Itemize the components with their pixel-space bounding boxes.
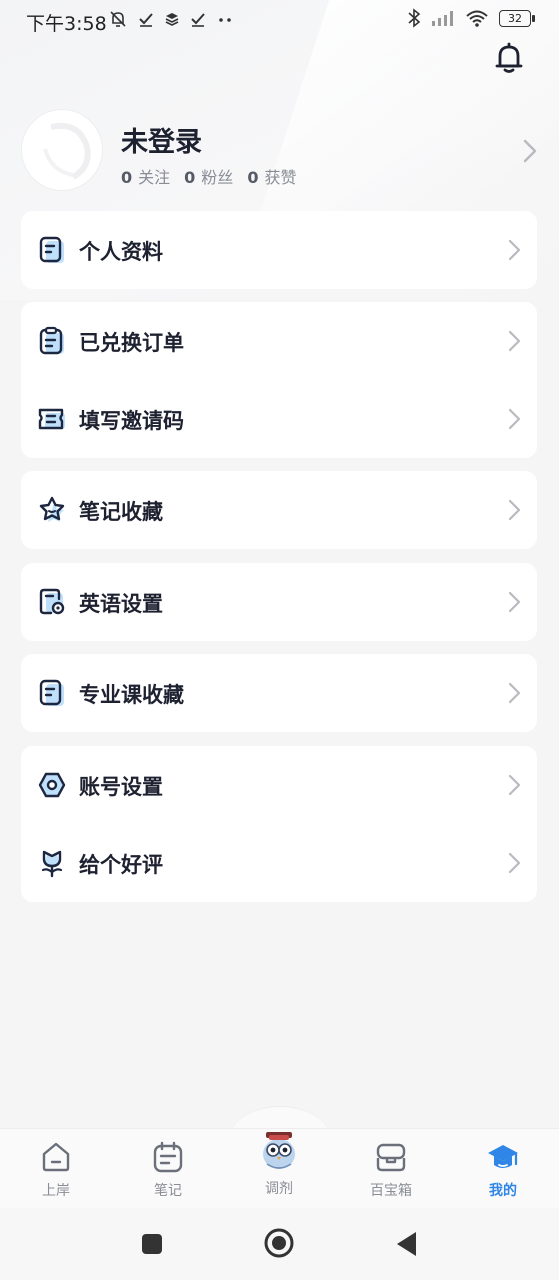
home-icon <box>42 1142 70 1172</box>
chevron-right-icon <box>508 774 521 796</box>
stat-followers[interactable]: 0 粉丝 <box>184 164 233 188</box>
nav-label: 笔记 <box>154 1183 182 1199</box>
check-icon <box>191 13 205 27</box>
stat-likes[interactable]: 0 获赞 <box>247 164 296 188</box>
signal-icon <box>432 11 453 26</box>
menu-card-major: 专业课收藏 <box>21 654 537 732</box>
status-system-icons: 32 <box>407 8 535 28</box>
ticket-icon <box>38 408 65 430</box>
menu-item-major-favorites[interactable]: 专业课收藏 <box>21 654 537 732</box>
nav-item-mine[interactable]: 我的 <box>458 1140 548 1200</box>
star-icon <box>39 496 65 522</box>
more-dots-icon <box>219 18 231 22</box>
profile-name[interactable]: 未登录 <box>121 120 202 159</box>
check-icon <box>139 13 153 27</box>
toolbox-icon <box>376 1143 406 1172</box>
menu-label: 笔记收藏 <box>79 500 163 524</box>
battery-indicator: 32 <box>499 9 535 27</box>
menu-label: 英语设置 <box>79 592 163 616</box>
stat-following[interactable]: 0 关注 <box>121 164 170 188</box>
home-circle-icon[interactable] <box>263 1227 295 1259</box>
flower-icon <box>41 850 63 878</box>
nav-item-home[interactable]: 上岸 <box>11 1140 101 1200</box>
profile-doc-icon <box>39 236 64 263</box>
nav-item-notes[interactable]: 笔记 <box>123 1140 213 1200</box>
chevron-right-icon <box>508 682 521 704</box>
layers-icon <box>165 13 179 26</box>
clipboard-icon <box>39 326 64 355</box>
system-nav-bar <box>0 1208 559 1280</box>
chevron-right-icon <box>508 330 521 352</box>
notification-bell-icon[interactable] <box>491 40 527 76</box>
nav-label: 调剂 <box>265 1181 293 1197</box>
hexagon-settings-icon <box>38 772 66 798</box>
status-bar: 下午3:58 32 <box>0 0 559 42</box>
menu-label: 专业课收藏 <box>79 683 184 707</box>
menu-label: 填写邀请码 <box>79 409 184 433</box>
bluetooth-icon <box>408 8 421 28</box>
mute-bell-icon <box>110 11 126 27</box>
avatar[interactable] <box>21 109 103 191</box>
chevron-right-icon <box>508 408 521 430</box>
profile-chevron-right-icon[interactable] <box>518 136 542 166</box>
status-time: 下午3:58 <box>26 13 107 35</box>
doc-icon <box>39 679 64 706</box>
menu-label: 账号设置 <box>79 775 163 799</box>
menu-item-orders[interactable]: 已兑换订单 <box>21 302 537 380</box>
menu-item-invite-code[interactable]: 填写邀请码 <box>21 380 537 458</box>
menu-label: 给个好评 <box>79 853 163 877</box>
chevron-right-icon <box>508 499 521 521</box>
nav-label-active: 我的 <box>489 1183 517 1199</box>
menu-item-notes-favorites[interactable]: 笔记收藏 <box>21 471 537 549</box>
menu-card-english: 英语设置 <box>21 563 537 641</box>
graduation-cap-icon <box>488 1145 518 1168</box>
avatar-placeholder-icon <box>43 123 91 180</box>
nav-label: 上岸 <box>42 1183 70 1199</box>
chevron-right-icon <box>508 591 521 613</box>
mascot-icon <box>263 1132 295 1169</box>
recent-apps-icon[interactable] <box>140 1232 164 1256</box>
wifi-icon <box>466 10 488 27</box>
chevron-right-icon <box>508 852 521 874</box>
doc-settings-icon <box>39 588 65 615</box>
menu-card-orders: 已兑换订单 填写邀请码 <box>21 302 537 458</box>
status-notification-icons <box>108 9 234 29</box>
menu-item-account-settings[interactable]: 账号设置 <box>21 746 537 824</box>
menu-card-account: 账号设置 给个好评 <box>21 746 537 902</box>
menu-card-personal: 个人资料 <box>21 211 537 289</box>
chevron-right-icon <box>508 239 521 261</box>
nav-label: 百宝箱 <box>370 1183 412 1199</box>
menu-label: 已兑换订单 <box>79 331 184 355</box>
menu-item-personal-info[interactable]: 个人资料 <box>21 211 537 289</box>
profile-stats: 0 关注 0 粉丝 0 获赞 <box>121 164 296 188</box>
menu-label: 个人资料 <box>79 240 163 264</box>
nav-item-adjust[interactable]: 调剂 <box>234 1128 324 1198</box>
menu-item-rate-us[interactable]: 给个好评 <box>21 824 537 902</box>
notebook-icon <box>153 1141 183 1173</box>
nav-item-toolbox[interactable]: 百宝箱 <box>346 1140 436 1200</box>
menu-item-english-settings[interactable]: 英语设置 <box>21 563 537 641</box>
menu-card-notes: 笔记收藏 <box>21 471 537 549</box>
back-icon[interactable] <box>394 1230 418 1258</box>
